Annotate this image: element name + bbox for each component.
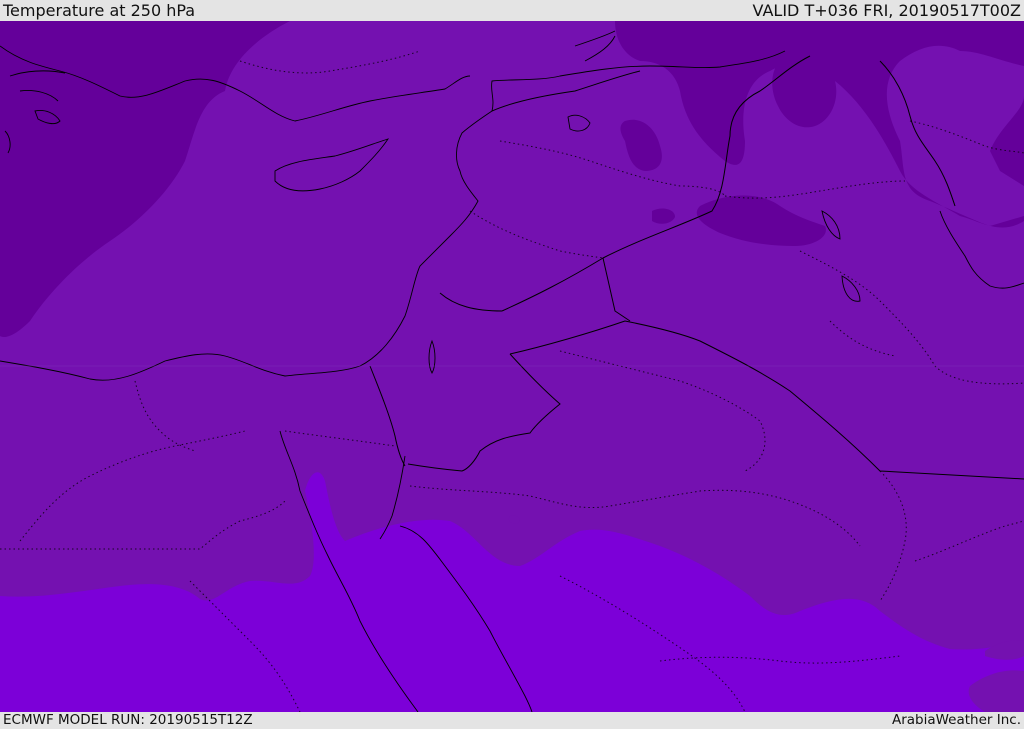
map-canvas <box>0 21 1024 712</box>
model-run-label: ECMWF MODEL RUN: 20190515T12Z <box>3 712 253 728</box>
footer-bar: ECMWF MODEL RUN: 20190515T12Z ArabiaWeat… <box>0 712 1024 729</box>
temperature-map[interactable] <box>0 21 1024 712</box>
header-bar: Temperature at 250 hPa VALID T+036 FRI, … <box>0 0 1024 21</box>
map-title: Temperature at 250 hPa <box>3 0 196 20</box>
valid-time: VALID T+036 FRI, 20190517T00Z <box>752 0 1021 20</box>
credit-label: ArabiaWeather Inc. <box>891 712 1021 728</box>
